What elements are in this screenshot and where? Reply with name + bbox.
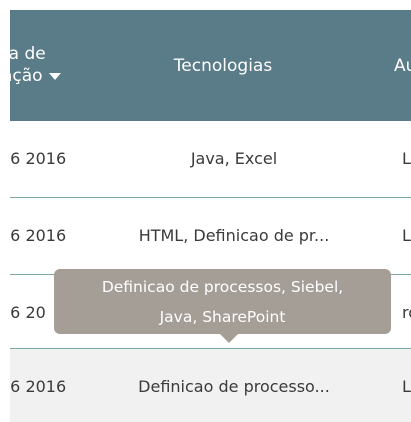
sort-desc-icon[interactable] <box>48 72 61 80</box>
cell-date: 06 2016 <box>10 149 67 168</box>
cell-date: 06 20 <box>10 303 46 322</box>
tooltip-line2: Java, SharePoint <box>159 308 286 326</box>
table-header: ta de ação Tecnologias Au <box>10 10 411 121</box>
table-row[interactable]: 06 2016 HTML, Definicao de pr... L <box>10 198 411 274</box>
column-header-technologies[interactable]: Tecnologias <box>158 55 288 77</box>
column-header-date-line2: ação <box>10 66 43 86</box>
column-header-date[interactable]: ta de ação <box>10 43 92 87</box>
column-header-author[interactable]: Au <box>394 55 411 77</box>
tooltip-line1: Definicao de processos, Siebel, <box>101 278 344 296</box>
technologies-tooltip: Definicao de processos, Siebel, Java, Sh… <box>54 269 391 343</box>
cell-author: L <box>402 377 411 396</box>
cell-author: L <box>402 226 411 245</box>
cell-technologies[interactable]: HTML, Definicao de pr... <box>120 225 348 247</box>
table-row[interactable]: 06 2016 Definicao de processo... L <box>10 349 411 422</box>
table-row[interactable]: 06 2016 Java, Excel L <box>10 121 411 197</box>
projects-table: ta de ação Tecnologias Au 06 2016 Java, … <box>10 10 411 422</box>
tooltip-arrow <box>220 334 238 343</box>
column-header-date-line1: ta de <box>10 44 46 64</box>
cell-technologies: Java, Excel <box>190 149 278 168</box>
cell-author: rdo <box>402 303 411 322</box>
cell-date: 06 2016 <box>10 377 67 396</box>
cell-date: 06 2016 <box>10 226 67 245</box>
cell-technologies[interactable]: Definicao de processo... <box>120 376 348 398</box>
cell-author: L <box>402 149 411 168</box>
